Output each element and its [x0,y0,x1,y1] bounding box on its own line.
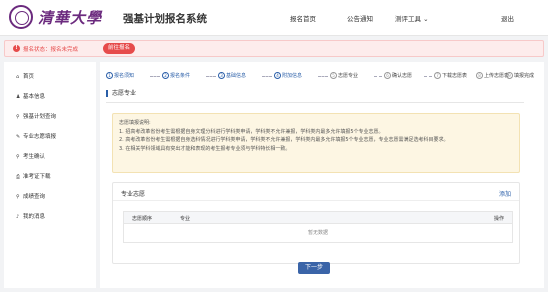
step-number: 1 [106,72,113,79]
nav-notice-link[interactable]: 公告通知 [347,13,373,23]
notes-heading: 志愿填报说明: [119,120,151,126]
step-number: 3 [218,72,225,79]
sidebar-item-home[interactable]: ⌂ 首页 [16,72,34,80]
sidebar-item-score-query[interactable]: ⚲ 成绩查询 [16,192,45,200]
sidebar: ⌂ 首页 ♟ 基本信息 ⚲ 强基计划查询 ✎ 专业志愿填报 ⚲ 考生确认 ⎙ 准考证下载 ⚲… [4,62,96,288]
section-title: 志愿专业 [106,90,136,97]
nav-tools-dropdown[interactable]: 测评工具 ⌄ [395,13,429,23]
step-connector [206,76,216,77]
step-9[interactable]: 9 填报完成 [506,72,534,79]
sidebar-item-admission-ticket[interactable]: ⎙ 准考证下载 [16,172,51,180]
step-label: 确认志愿 [392,73,413,79]
sidebar-item-label: 基本信息 [23,94,46,100]
step-6[interactable]: 6 确认志愿 [384,72,412,79]
sidebar-item-label: 强基计划查询 [23,114,57,120]
step-number: 8 [476,72,483,79]
step-number: 6 [384,72,391,79]
table-header: 志愿顺序 专业 操作 [124,212,512,224]
panel-divider [113,200,519,201]
university-logo-text: 清華大學 [38,9,103,27]
step-label: 基础信息 [226,73,247,79]
next-step-button[interactable]: 下一步 [298,262,330,274]
step-connector [150,76,160,77]
application-notes: 志愿填报说明: 1. 招高考改革省份考生需根据自身文理分科进行学科类申请，学科类… [112,113,520,173]
step-label: 附加信息 [282,73,303,79]
step-connector [262,76,272,77]
notes-line: 1. 招高考改革省份考生需根据自身文理分科进行学科类申请，学科类不允许兼报，学科… [119,128,384,135]
step-label: 填报完成 [514,73,535,79]
step-1[interactable]: 1 报名须知 [106,72,134,79]
step-number: 4 [274,72,281,79]
column-header-order: 志愿顺序 [132,216,153,222]
step-connector [424,76,432,77]
step-8[interactable]: 8 上传志愿表 [476,72,509,79]
search-icon: ⚲ [16,114,20,120]
step-number: 5 [330,72,337,79]
edit-icon: ✎ [16,134,21,140]
major-panel-title: 专业志愿 [121,191,146,198]
column-header-actions: 操作 [493,216,504,222]
sidebar-item-messages[interactable]: ♪ 我的消息 [16,212,45,220]
bell-icon: ♪ [16,214,20,220]
step-2[interactable]: 2 报名条件 [162,72,190,79]
status-banner: ! 报名状态：报名未完成 前往报名 [4,40,544,57]
section-divider [106,102,524,103]
home-icon: ⌂ [16,74,20,80]
step-label: 报名须知 [114,73,135,79]
step-3[interactable]: 3 基础信息 [218,72,246,79]
sidebar-item-program-query[interactable]: ⚲ 强基计划查询 [16,112,56,120]
column-header-major: 专业 [180,216,191,222]
user-icon: ♟ [16,94,21,100]
search-icon: ⚲ [16,154,20,160]
add-major-link[interactable]: 添加 [499,189,511,198]
sidebar-item-major-application[interactable]: ✎ 专业志愿填报 [16,132,56,140]
step-label: 报名条件 [170,73,191,79]
step-5[interactable]: 5 志愿专业 [330,72,358,79]
step-number: 7 [434,72,441,79]
step-connector [374,76,382,77]
sidebar-item-label: 成绩查询 [23,194,46,200]
major-table: 志愿顺序 专业 操作 暂无数据 [123,211,513,243]
major-preference-panel: 专业志愿 添加 志愿顺序 专业 操作 暂无数据 [112,182,520,264]
notes-line: 2. 高考改革省份考生需根据自身选科情况进行学科类申请，学科类不允许兼报，学科类… [119,137,449,143]
progress-steps: 1 报名须知 2 报名条件 3 基础信息 4 附加信息 5 志愿专业 6 确认志愿 7 下载志… [106,72,542,82]
sidebar-item-label: 首页 [23,74,35,80]
status-text: 报名状态：报名未完成 [23,47,79,53]
step-label: 下载志愿表 [442,73,468,79]
sidebar-item-label: 考生确认 [23,154,46,160]
sidebar-item-basic-info[interactable]: ♟ 基本信息 [16,92,45,100]
step-7[interactable]: 7 下载志愿表 [434,72,467,79]
step-number: 9 [506,72,513,79]
university-seal-icon [9,5,33,29]
sidebar-item-label: 准考证下载 [23,174,51,180]
system-title: 强基计划报名系统 [123,13,207,25]
go-register-button[interactable]: 前往报名 [103,43,136,54]
alert-icon: ! [13,45,20,52]
nav-home-link[interactable]: 报名首页 [290,13,316,23]
main-content: 1 报名须知 2 报名条件 3 基础信息 4 附加信息 5 志愿专业 6 确认志愿 7 下载志… [100,62,544,288]
step-label: 志愿专业 [338,73,359,79]
sidebar-item-label: 专业志愿填报 [23,134,57,140]
search-icon: ⚲ [16,194,20,200]
top-header: 清華大學 强基计划报名系统 报名首页 公告通知 测评工具 ⌄ 退出 [0,0,548,36]
logout-link[interactable]: 退出 [501,13,514,23]
sidebar-item-label: 我的消息 [23,214,46,220]
sidebar-item-confirmation[interactable]: ⚲ 考生确认 [16,152,45,160]
table-body: 暂无数据 [124,224,512,242]
step-number: 2 [162,72,169,79]
step-connector [318,76,328,77]
empty-state-text: 暂无数据 [307,230,328,236]
notes-line: 3. 在相关学科领域具有突出才能和表现的考生报考专业须与学科特长相一致。 [119,145,291,152]
step-4[interactable]: 4 附加信息 [274,72,302,79]
print-icon: ⎙ [16,174,21,180]
